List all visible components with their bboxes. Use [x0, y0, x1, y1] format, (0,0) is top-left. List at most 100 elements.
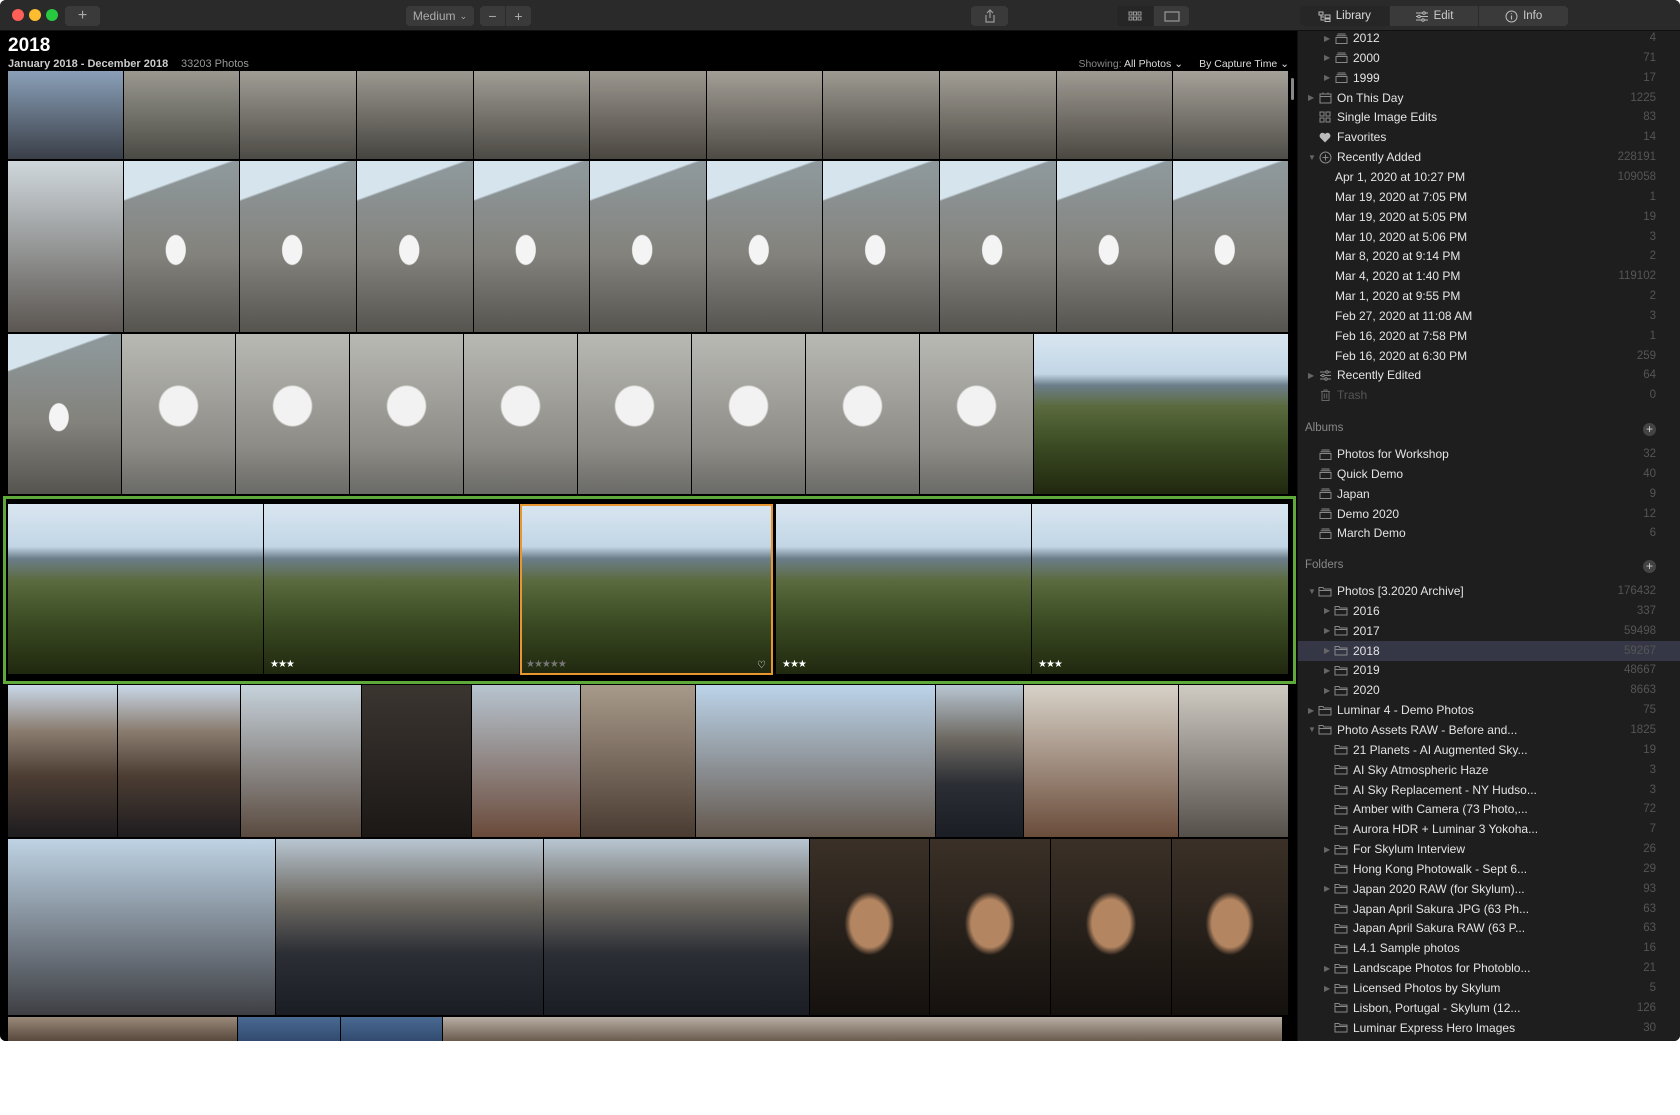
sidebar-item[interactable]: Trash 0 — [1298, 385, 1680, 405]
photo-thumbnail[interactable] — [590, 71, 707, 160]
disclosure-closed-icon[interactable]: ▶ — [1324, 845, 1332, 854]
sidebar-item[interactable]: ▼ Photo Assets RAW - Before and... 1825 — [1298, 720, 1680, 740]
photo-thumbnail[interactable] — [241, 685, 362, 838]
photo-thumbnail[interactable] — [8, 1017, 238, 1041]
sidebar-item[interactable]: Favorites 14 — [1298, 127, 1680, 147]
photo-thumbnail[interactable] — [8, 839, 276, 1016]
disclosure-closed-icon[interactable]: ▶ — [1324, 606, 1332, 615]
photo-thumbnail[interactable] — [1173, 161, 1289, 333]
sidebar-item[interactable]: ▶ 2012 4 — [1298, 28, 1680, 48]
zoom-in-button[interactable]: + — [506, 6, 531, 26]
sidebar-item[interactable]: Feb 16, 2020 at 6:30 PM 259 — [1298, 346, 1680, 366]
sidebar-item[interactable]: Amber with Camera (73 Photo,... 72 — [1298, 799, 1680, 819]
gallery-view-button[interactable] — [1117, 6, 1153, 26]
photo-thumbnail[interactable] — [124, 71, 240, 160]
photo-thumbnail[interactable] — [122, 334, 236, 495]
gallery-scrollbar[interactable] — [1291, 78, 1294, 100]
photo-thumbnail[interactable]: ★★★★★ ♡ — [520, 504, 773, 675]
sidebar-item[interactable]: ▶ Japan 2020 RAW (for Skylum)... 93 — [1298, 879, 1680, 899]
sidebar-item[interactable]: Apr 1, 2020 at 10:27 PM 109058 — [1298, 167, 1680, 187]
sidebar-item[interactable]: Lisbon, Portugal - Skylum (12... 126 — [1298, 998, 1680, 1018]
sidebar-item[interactable]: ▼ Recently Added 228191 — [1298, 147, 1680, 167]
sidebar-item[interactable]: ▶ 2017 59498 — [1298, 621, 1680, 641]
sidebar-item[interactable]: 21 Planets - AI Augmented Sky... 19 — [1298, 740, 1680, 760]
photo-thumbnail[interactable] — [1057, 161, 1173, 333]
photo-thumbnail[interactable] — [940, 71, 1057, 160]
disclosure-closed-icon[interactable]: ▶ — [1324, 626, 1332, 635]
photo-thumbnail[interactable] — [1173, 71, 1289, 160]
disclosure-closed-icon[interactable]: ▶ — [1324, 964, 1332, 973]
showing-filter[interactable]: Showing: All Photos ⌄ — [1078, 58, 1183, 70]
photo-thumbnail[interactable] — [696, 685, 936, 838]
photo-thumbnail[interactable] — [930, 839, 1051, 1016]
photo-thumbnail[interactable] — [936, 685, 1024, 838]
sidebar-item[interactable]: March Demo 6 — [1298, 523, 1680, 543]
add-images-button[interactable]: + — [65, 6, 100, 26]
photo-thumbnail[interactable] — [357, 71, 474, 160]
disclosure-closed-icon[interactable]: ▶ — [1324, 884, 1332, 893]
photo-thumbnail[interactable] — [124, 161, 240, 333]
star-rating[interactable]: ★★★ — [782, 659, 807, 670]
sidebar-item[interactable]: Demo 2020 12 — [1298, 504, 1680, 524]
sidebar-item[interactable]: Mar 8, 2020 at 9:14 PM 2 — [1298, 246, 1680, 266]
add-album-button[interactable]: + — [1643, 423, 1656, 436]
sidebar-item[interactable]: ▶ 2020 8663 — [1298, 680, 1680, 700]
disclosure-closed-icon[interactable]: ▶ — [1324, 34, 1332, 43]
photo-thumbnail[interactable] — [920, 334, 1034, 495]
photo-thumbnail[interactable] — [707, 71, 823, 160]
photo-thumbnail[interactable] — [443, 1017, 1283, 1041]
share-button[interactable] — [971, 6, 1008, 26]
photo-thumbnail[interactable] — [1172, 839, 1289, 1016]
sidebar-item[interactable]: Single Image Edits 83 — [1298, 107, 1680, 127]
sidebar-item[interactable]: Feb 27, 2020 at 11:08 AM 3 — [1298, 306, 1680, 326]
photo-thumbnail[interactable] — [464, 334, 578, 495]
photo-thumbnail[interactable] — [118, 685, 241, 838]
sidebar-item[interactable]: Japan April Sakura RAW (63 P... 63 — [1298, 918, 1680, 938]
disclosure-closed-icon[interactable]: ▶ — [1308, 93, 1316, 102]
disclosure-closed-icon[interactable]: ▶ — [1324, 686, 1332, 695]
sidebar-item[interactable]: L4.1 Sample photos 16 — [1298, 938, 1680, 958]
photo-thumbnail[interactable] — [823, 161, 940, 333]
sidebar-item[interactable]: ▶ 2018 59267 — [1298, 640, 1680, 661]
sidebar-item[interactable]: ▶ 1999 17 — [1298, 68, 1680, 88]
sidebar-item[interactable]: Mar 19, 2020 at 7:05 PM 1 — [1298, 187, 1680, 207]
photo-thumbnail[interactable] — [357, 161, 474, 333]
sidebar-item[interactable]: ▶ 2000 71 — [1298, 48, 1680, 68]
sidebar-item[interactable]: ▶ Licensed Photos by Skylum 5 — [1298, 978, 1680, 998]
disclosure-closed-icon[interactable]: ▶ — [1308, 706, 1316, 715]
zoom-out-button[interactable]: − — [480, 6, 505, 26]
photo-thumbnail[interactable]: ★★★ — [1032, 504, 1289, 675]
disclosure-closed-icon[interactable]: ▶ — [1324, 984, 1332, 993]
tab-info[interactable]: Info — [1479, 6, 1568, 26]
photo-thumbnail[interactable] — [940, 161, 1057, 333]
photo-thumbnail[interactable] — [362, 685, 472, 838]
sidebar-item[interactable]: Luminar Express Hero Images 30 — [1298, 1018, 1680, 1038]
star-rating[interactable]: ★★★★★ — [526, 659, 567, 670]
photo-thumbnail[interactable] — [1051, 839, 1172, 1016]
sidebar-item[interactable]: Quick Demo 40 — [1298, 464, 1680, 484]
photo-thumbnail[interactable] — [581, 685, 696, 838]
star-rating[interactable]: ★★★ — [1038, 659, 1063, 670]
sort-dropdown[interactable]: By Capture Time ⌄ — [1199, 58, 1289, 70]
photo-thumbnail[interactable] — [1024, 685, 1179, 838]
sidebar-item[interactable]: AI Sky Atmospheric Haze 3 — [1298, 760, 1680, 780]
thumbnail-size-dropdown[interactable]: Medium ⌄ — [406, 6, 474, 26]
photo-thumbnail[interactable] — [578, 334, 692, 495]
disclosure-open-icon[interactable]: ▼ — [1308, 587, 1316, 596]
add-folder-button[interactable]: + — [1643, 560, 1656, 573]
photo-thumbnail[interactable] — [1057, 71, 1173, 160]
photo-thumbnail[interactable] — [1034, 334, 1289, 495]
sidebar-item[interactable]: ▼ Photos [3.2020 Archive] 176432 — [1298, 581, 1680, 601]
photo-thumbnail[interactable] — [8, 504, 264, 675]
photo-thumbnail[interactable] — [8, 161, 124, 333]
photo-thumbnail[interactable] — [240, 71, 357, 160]
zoom-window-button[interactable] — [46, 9, 58, 21]
sidebar-item[interactable]: ▶ Luminar 4 - Demo Photos 75 — [1298, 700, 1680, 720]
disclosure-closed-icon[interactable]: ▶ — [1324, 53, 1332, 62]
sidebar-item[interactable]: Japan April Sakura JPG (63 Ph... 63 — [1298, 899, 1680, 919]
sidebar-item[interactable]: Mar 1, 2020 at 9:55 PM 2 — [1298, 286, 1680, 306]
photo-thumbnail[interactable] — [350, 334, 464, 495]
sidebar-item[interactable]: ▶ 2019 48667 — [1298, 660, 1680, 680]
photo-thumbnail[interactable] — [474, 71, 590, 160]
single-view-button[interactable] — [1154, 6, 1189, 26]
